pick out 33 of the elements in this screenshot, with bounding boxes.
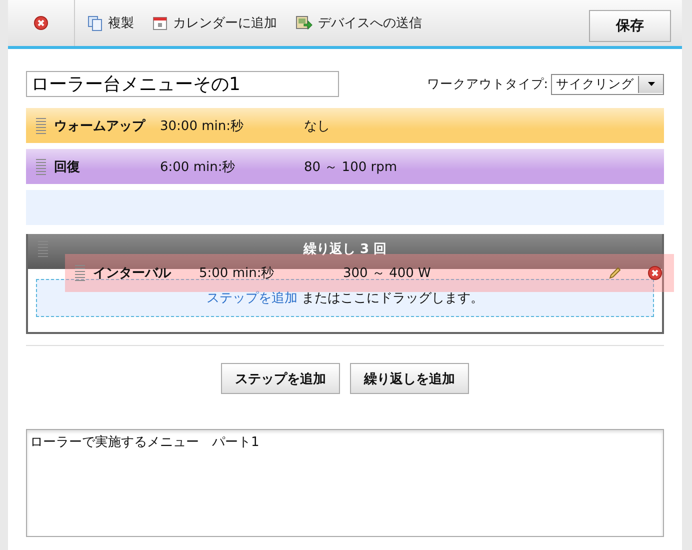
step-target: 300 ～ 400 W: [343, 265, 432, 282]
workout-name-field[interactable]: ローラー台メニューその1: [26, 71, 339, 97]
toolbar-item[interactable]: 複製: [108, 14, 134, 32]
drag-handle-icon[interactable]: [75, 264, 85, 282]
workout-type-label: ワークアウトタイプ:: [426, 76, 548, 92]
toolbar-item[interactable]: デバイスへの送信: [318, 14, 422, 32]
save-button[interactable]: 保存: [589, 10, 671, 42]
drag-handle-icon[interactable]: [36, 116, 46, 134]
dragged-step[interactable]: インターバル 5:00 min:秒 300 ～ 400 W: [65, 254, 674, 292]
step-name: 回復: [54, 158, 81, 176]
step-name: ウォームアップ: [54, 118, 147, 134]
step-duration: 30:00 min:秒: [160, 118, 244, 134]
drag-handle-icon[interactable]: [36, 158, 46, 176]
device-send-icon: [295, 15, 313, 31]
drag-handle-icon[interactable]: [38, 240, 48, 258]
close-icon[interactable]: [34, 16, 48, 30]
step-name: インターバル: [93, 265, 172, 282]
step-row[interactable]: 回復 6:00 min:秒 80 ～ 100 rpm: [26, 149, 664, 184]
drop-hint: またはここにドラッグします。: [302, 290, 484, 307]
add-step-link[interactable]: ステップを追加: [206, 289, 298, 307]
copy-icon: [87, 15, 103, 31]
step-duration: 6:00 min:秒: [160, 158, 236, 176]
step-target: 80 ～ 100 rpm: [304, 158, 398, 176]
workout-type-select[interactable]: サイクリング: [551, 74, 664, 94]
add-step-button[interactable]: ステップを追加: [221, 363, 340, 394]
step-duration: 5:00 min:秒: [199, 265, 276, 282]
toolbar-item[interactable]: カレンダーに追加: [173, 14, 277, 32]
step-row[interactable]: ウォームアップ 30:00 min:秒 なし: [26, 108, 664, 143]
notes-field[interactable]: ローラーで実施するメニュー パート1: [26, 429, 664, 537]
calendar-icon: [152, 15, 168, 31]
step-target: なし: [304, 118, 331, 134]
dropdown-arrow-icon: [648, 82, 654, 86]
add-repeat-button[interactable]: 繰り返しを追加: [350, 363, 469, 394]
